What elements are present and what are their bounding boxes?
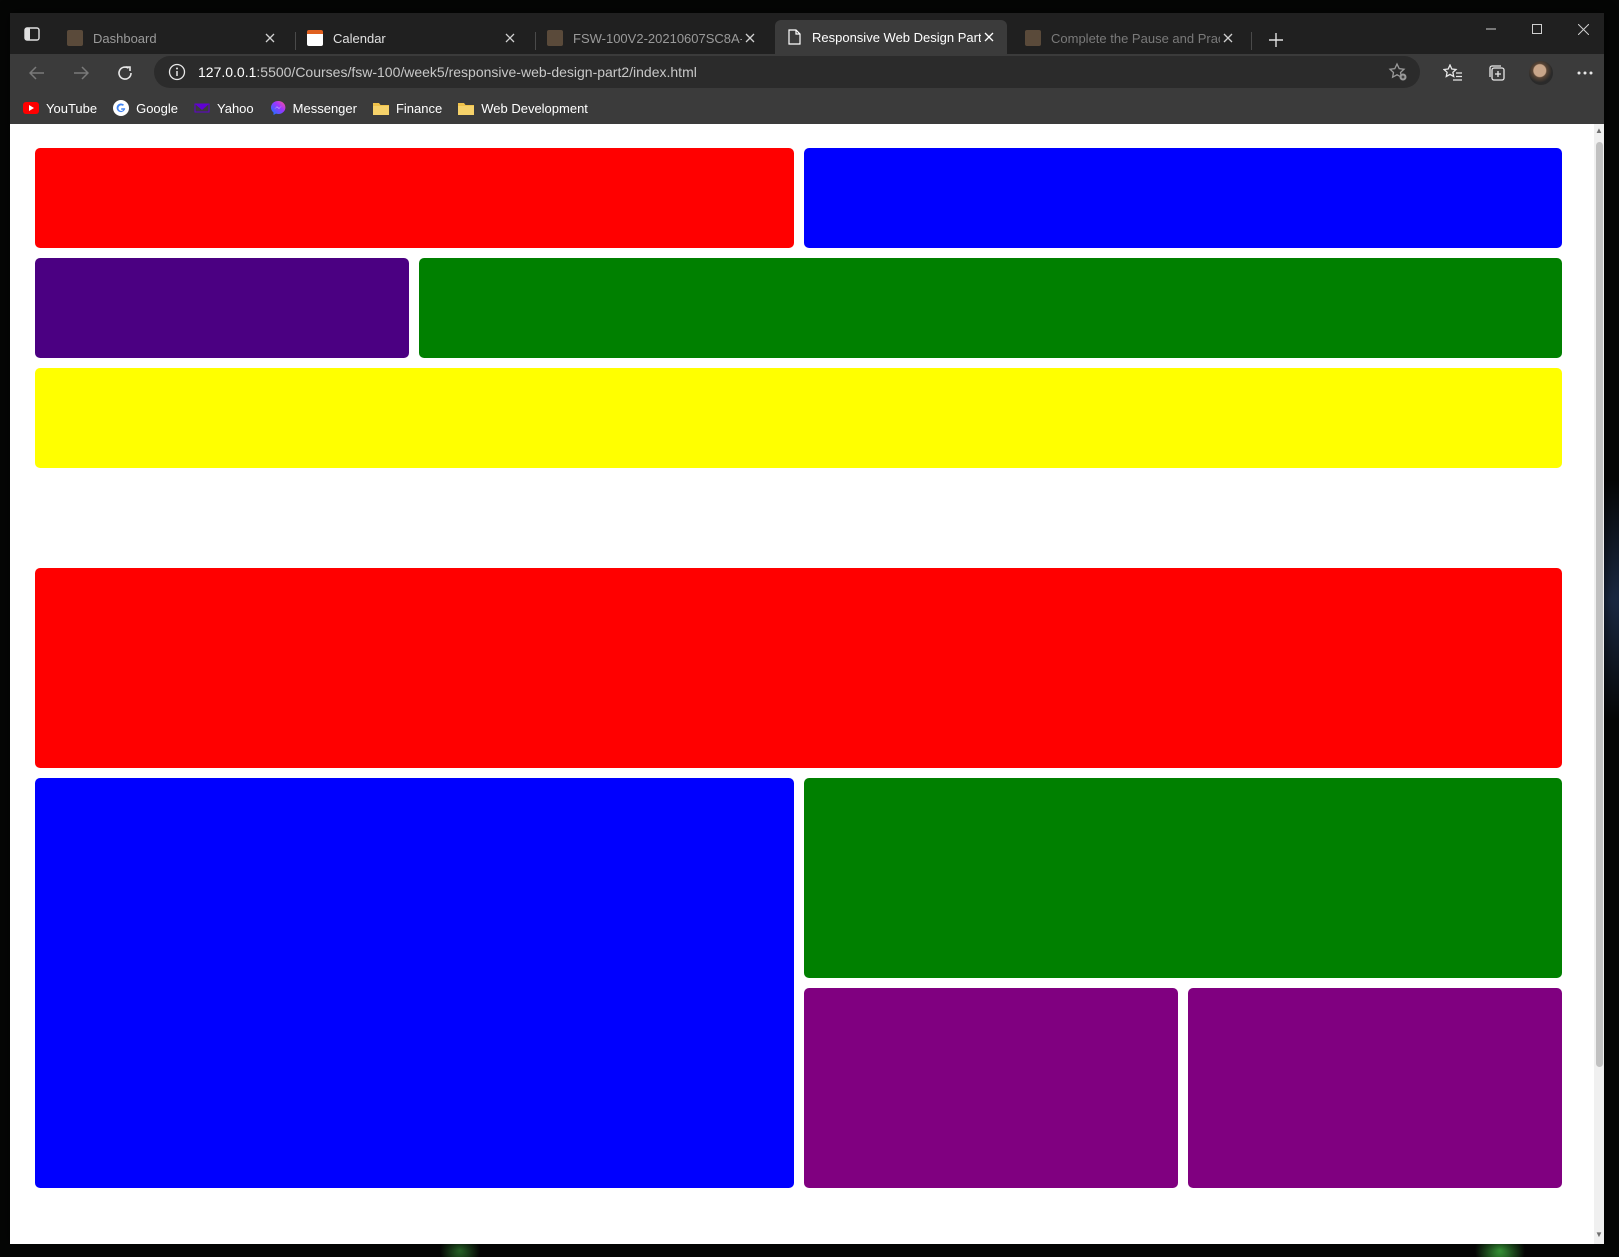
new-tab-button[interactable] [1264,28,1288,52]
vertical-scrollbar[interactable]: ▲ ▼ [1594,124,1604,1244]
add-favorite-icon[interactable] [1388,62,1408,82]
tab-actions-button[interactable] [23,26,41,42]
refresh-button[interactable] [110,59,140,87]
arrow-left-icon [29,66,44,80]
canvas-favicon-icon [547,30,563,46]
box-blue-top [804,148,1562,248]
bookmark-yahoo[interactable]: Yahoo [194,100,254,116]
collections-icon [1489,65,1505,81]
favorites-list-icon [1443,64,1462,81]
tab-actions-icon [24,27,40,41]
close-icon[interactable] [1220,30,1236,46]
canvas-favicon-icon [67,30,83,46]
box-indigo [35,258,409,358]
scrollbar-thumb[interactable] [1596,142,1603,1067]
calendar-favicon-icon [307,30,323,46]
collections-button[interactable] [1482,59,1512,87]
close-icon[interactable] [742,30,758,46]
tab-responsive-web-design[interactable]: Responsive Web Design Part 2 [775,20,1007,54]
avatar [1529,61,1553,85]
folder-icon [372,100,389,116]
tab-calendar[interactable]: Calendar [296,22,528,54]
profile-button[interactable] [1526,59,1556,87]
forward-button[interactable] [66,59,96,87]
bookmarks-bar: YouTube Google Yahoo Messenger Finance W… [10,92,1604,124]
box-blue-tall [35,778,794,1188]
url-text[interactable]: 127.0.0.1:5500/Courses/fsw-100/week5/res… [198,64,697,80]
close-icon[interactable] [262,30,278,46]
close-icon[interactable] [502,30,518,46]
address-bar[interactable]: 127.0.0.1:5500/Courses/fsw-100/week5/res… [154,56,1420,88]
close-icon[interactable] [981,29,997,45]
box-yellow [35,368,1562,468]
back-button[interactable] [22,59,52,87]
bookmark-finance[interactable]: Finance [372,100,442,116]
box-red-wide [35,568,1562,768]
url-host: 127.0.0.1 [198,64,257,80]
messenger-icon [270,100,286,116]
bookmark-youtube[interactable]: YouTube [23,100,97,116]
youtube-icon [23,100,39,116]
minimize-button[interactable] [1468,13,1514,45]
google-icon [113,100,130,116]
box-purple-right [1188,988,1562,1188]
close-window-button[interactable] [1560,13,1606,45]
tab-fsw-100v2[interactable]: FSW-100V2-20210607SC8A-A2 [536,22,768,54]
info-icon[interactable] [168,63,186,81]
canvas-favicon-icon [1025,30,1041,46]
box-purple-left [804,988,1178,1188]
maximize-button[interactable] [1514,13,1560,45]
page-icon [786,29,802,45]
browser-window: Dashboard Calendar FSW-100V2-20210607SC8… [10,13,1604,1244]
tab-strip: Dashboard Calendar FSW-100V2-20210607SC8… [10,13,1604,54]
close-icon [1577,23,1589,35]
folder-icon [458,100,475,116]
maximize-icon [1532,24,1542,34]
box-green-top [419,258,1562,358]
refresh-icon [118,66,132,80]
url-path: :5500/Courses/fsw-100/week5/responsive-w… [256,64,697,80]
arrow-right-icon [74,66,89,80]
tab-dashboard[interactable]: Dashboard [56,22,288,54]
tab-pause-and-practice[interactable]: Complete the Pause and Practice [1014,22,1246,54]
page-viewport [10,124,1594,1244]
more-icon [1577,71,1593,75]
bookmark-web-development[interactable]: Web Development [458,100,588,116]
bookmark-google[interactable]: Google [113,100,178,116]
tab-separator [1251,32,1252,50]
settings-more-button[interactable] [1570,59,1600,87]
box-red-top [35,148,794,248]
scroll-down-icon[interactable]: ▼ [1595,1231,1603,1239]
scroll-up-icon[interactable]: ▲ [1595,127,1603,135]
browser-toolbar: 127.0.0.1:5500/Courses/fsw-100/week5/res… [10,54,1604,92]
yahoo-icon [194,100,210,116]
minimize-icon [1486,28,1496,30]
plus-icon [1269,33,1283,47]
favorites-button[interactable] [1438,59,1468,87]
bookmark-messenger[interactable]: Messenger [270,100,357,116]
box-green-right [804,778,1562,978]
